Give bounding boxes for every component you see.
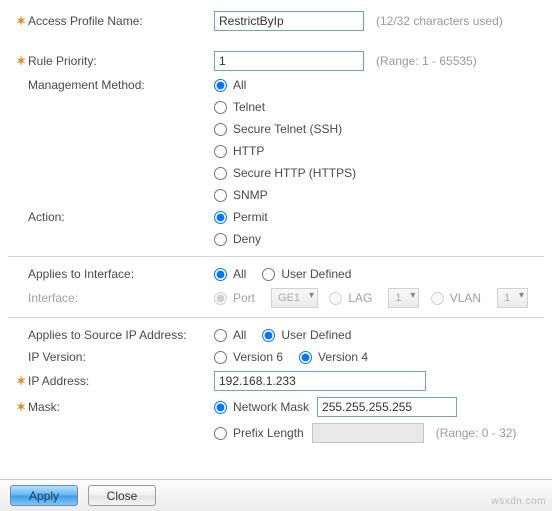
mask-prefix-hint: (Range: 0 - 32) <box>428 426 517 440</box>
required-icon: ✶ <box>16 14 28 28</box>
mgmt-https-label: Secure HTTP (HTTPS) <box>233 166 356 180</box>
ip-address-label: IP Address: <box>28 374 214 388</box>
interface-lag-radio <box>329 292 342 305</box>
mgmt-https-radio[interactable] <box>214 167 227 180</box>
interface-vlan-radio <box>431 292 444 305</box>
mask-network-input[interactable] <box>317 397 457 417</box>
watermark: wsxdn.com <box>491 496 546 507</box>
mgmt-snmp-label: SNMP <box>233 188 268 202</box>
interface-label: Interface: <box>28 291 214 305</box>
applies-source-ip-all-radio[interactable] <box>214 329 227 342</box>
mgmt-telnet-label: Telnet <box>233 100 265 114</box>
applies-source-ip-all-label: All <box>233 328 246 342</box>
applies-interface-label: Applies to Interface: <box>28 267 214 281</box>
mgmt-method-label: Management Method: <box>28 78 214 92</box>
mask-prefix-label: Prefix Length <box>233 426 304 440</box>
required-icon: ✶ <box>16 54 28 68</box>
mgmt-all-radio[interactable] <box>214 79 227 92</box>
action-deny-label: Deny <box>233 232 261 246</box>
mask-prefix-input <box>312 423 424 443</box>
ip-version-4-radio[interactable] <box>299 351 312 364</box>
applies-interface-all-label: All <box>233 267 246 281</box>
close-button[interactable]: Close <box>88 485 156 506</box>
rule-priority-hint: (Range: 1 - 65535) <box>368 54 477 68</box>
applies-source-ip-user-radio[interactable] <box>262 329 275 342</box>
interface-lag-select: 1 <box>388 288 419 308</box>
profile-name-hint: (12/32 characters used) <box>368 14 503 28</box>
mgmt-snmp-radio[interactable] <box>214 189 227 202</box>
interface-port-radio <box>214 292 227 305</box>
mgmt-http-radio[interactable] <box>214 145 227 158</box>
required-icon: ✶ <box>16 374 28 388</box>
interface-vlan-select: 1 <box>497 288 528 308</box>
rule-priority-label: Rule Priority: <box>28 54 214 68</box>
mgmt-http-label: HTTP <box>233 144 264 158</box>
required-icon: ✶ <box>16 400 28 414</box>
applies-source-ip-user-label: User Defined <box>281 328 351 342</box>
action-label: Action: <box>28 210 214 224</box>
mgmt-ssh-label: Secure Telnet (SSH) <box>233 122 342 136</box>
ip-version-6-radio[interactable] <box>214 351 227 364</box>
mgmt-ssh-radio[interactable] <box>214 123 227 136</box>
interface-port-select: GE1 <box>271 288 318 308</box>
profile-name-input[interactable] <box>214 11 364 31</box>
mask-network-radio[interactable] <box>214 401 227 414</box>
ip-version-label: IP Version: <box>28 350 214 364</box>
applies-source-ip-label: Applies to Source IP Address: <box>28 328 214 342</box>
action-permit-radio[interactable] <box>214 211 227 224</box>
mgmt-telnet-radio[interactable] <box>214 101 227 114</box>
applies-interface-user-label: User Defined <box>281 267 351 281</box>
interface-lag-label: LAG <box>348 291 372 305</box>
applies-interface-user-radio[interactable] <box>262 268 275 281</box>
divider <box>8 256 544 257</box>
footer-bar: Apply Close <box>0 479 552 511</box>
applies-interface-all-radio[interactable] <box>214 268 227 281</box>
action-deny-radio[interactable] <box>214 233 227 246</box>
interface-port-label: Port <box>233 291 255 305</box>
divider <box>8 317 544 318</box>
mask-network-label: Network Mask <box>233 400 309 414</box>
apply-button[interactable]: Apply <box>10 485 78 506</box>
mask-prefix-radio[interactable] <box>214 427 227 440</box>
interface-vlan-label: VLAN <box>450 291 481 305</box>
action-permit-label: Permit <box>233 210 268 224</box>
mgmt-all-label: All <box>233 78 246 92</box>
profile-name-label: Access Profile Name: <box>28 14 214 28</box>
ip-address-input[interactable] <box>214 371 426 391</box>
ip-version-4-label: Version 4 <box>318 350 368 364</box>
rule-priority-input[interactable] <box>214 51 364 71</box>
mask-label: Mask: <box>28 400 214 414</box>
ip-version-6-label: Version 6 <box>233 350 283 364</box>
